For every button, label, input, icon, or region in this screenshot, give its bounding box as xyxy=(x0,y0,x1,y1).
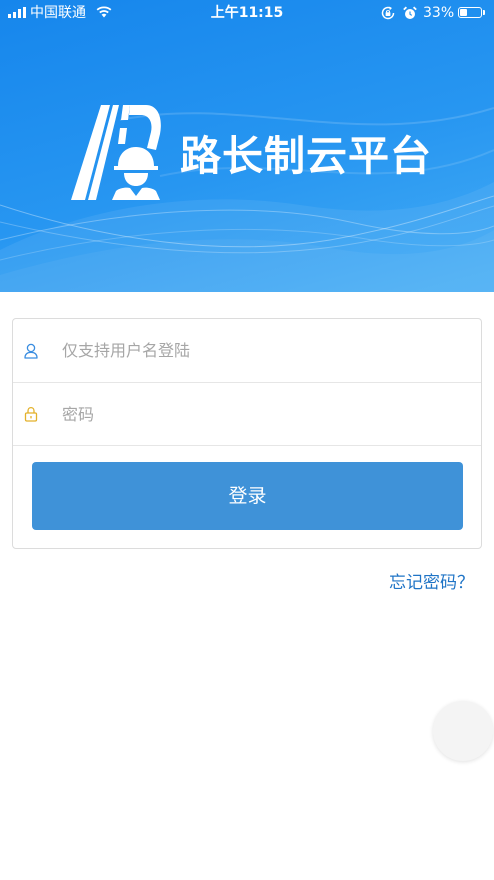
user-icon xyxy=(24,343,38,359)
app-title: 路长制云平台 xyxy=(180,132,432,180)
rotation-lock-icon xyxy=(381,6,395,20)
login-button[interactable]: 登录 xyxy=(32,462,463,530)
forgot-password-link[interactable]: 忘记密码？ xyxy=(389,571,474,595)
login-form: 登录 xyxy=(12,318,482,549)
road-worker-logo-icon xyxy=(71,105,161,200)
battery-level-fill xyxy=(460,9,467,16)
status-time: 上午11:15 xyxy=(210,5,284,21)
password-row xyxy=(13,383,481,446)
lock-icon xyxy=(24,406,38,422)
username-row xyxy=(13,319,481,383)
battery-icon xyxy=(458,7,482,18)
battery-percent: 33% xyxy=(423,5,455,21)
password-input[interactable] xyxy=(62,383,462,445)
battery-nub xyxy=(483,10,485,15)
header-banner: 中国联通 上午11:15 33% 路长制云平台 xyxy=(0,0,494,292)
alarm-icon xyxy=(403,6,417,19)
status-bar: 中国联通 上午11:15 33% xyxy=(0,0,494,26)
assistive-touch-button[interactable] xyxy=(433,701,493,761)
username-input[interactable] xyxy=(62,319,462,382)
